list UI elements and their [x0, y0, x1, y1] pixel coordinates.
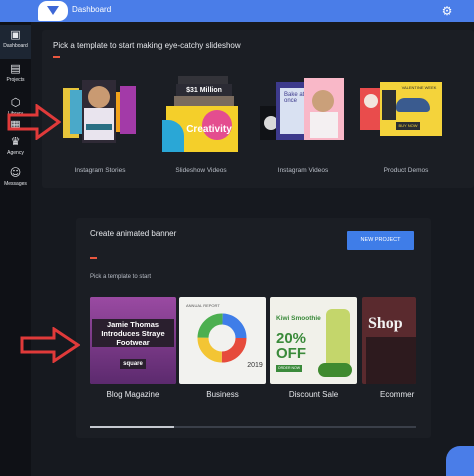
card-year: 2019	[247, 362, 263, 369]
card-label: Blog Magazine	[106, 390, 160, 399]
order-now-pill: ORDER NOW	[276, 365, 302, 372]
template-product-demos[interactable]: VALENTINE WEEK BUY NOW	[360, 82, 442, 138]
template-instagram-stories[interactable]	[60, 80, 138, 145]
sidebar-item-label: Agency	[7, 150, 24, 156]
accent-dash	[53, 56, 60, 58]
gear-icon[interactable]: ⚙	[440, 4, 454, 18]
arrow-right-icon	[7, 104, 61, 140]
template-ecommerce[interactable]: Shop	[362, 297, 416, 384]
film-icon: ▤	[10, 62, 21, 75]
card-label: Discount Sale	[288, 390, 339, 399]
card-title: Shop	[368, 315, 403, 332]
creativity-text: Creativity	[186, 124, 232, 135]
donut-graphic	[197, 313, 247, 363]
app-logo[interactable]	[38, 1, 68, 21]
sidebar-item-label: Projects	[6, 77, 25, 83]
sidebar: ▣ Dashboard ▤ Projects ⬡ Library ▦ ♛ Age…	[0, 22, 31, 476]
arrow-right-icon	[20, 327, 80, 363]
sidebar-item-label: Dashboard	[3, 43, 28, 49]
card-label: Business	[206, 390, 239, 399]
template-instagram-videos[interactable]: Bake at once	[260, 78, 346, 146]
sidebar-item-label: Messages	[4, 181, 27, 187]
template-slideshow-videos[interactable]: $31 Million Creativity	[160, 76, 242, 154]
sidebar-item-projects[interactable]: ▤ Projects	[0, 59, 31, 93]
sidebar-item-dashboard[interactable]: ▣ Dashboard	[0, 25, 31, 59]
buy-now-badge: BUY NOW	[396, 122, 420, 130]
template-blog-magazine[interactable]: Jamie Thomas Introduces Straye Footwear …	[90, 297, 176, 384]
help-chat-badge[interactable]	[446, 446, 474, 476]
tile-label: Instagram Stories	[74, 167, 126, 174]
overlay-text: VALENTINE WEEK	[401, 85, 437, 90]
banner-subheading: Pick a template to start	[90, 274, 152, 280]
card-caption: ANNUAL REPORT	[186, 303, 220, 308]
tile-label: Instagram Videos	[277, 167, 329, 174]
banner-heading: Create animated banner	[90, 229, 177, 238]
scrollbar-thumb[interactable]	[90, 426, 174, 428]
sidebar-item-messages[interactable]: ☺ Messages	[0, 163, 31, 197]
card-tag: square	[120, 359, 146, 369]
page-title: Dashboard	[72, 5, 112, 14]
tile-label: Product Demos	[383, 167, 429, 174]
slideshow-heading: Pick a template to start making eye-catc…	[53, 41, 241, 50]
robot-icon: ☺	[9, 166, 22, 179]
template-business[interactable]: ANNUAL REPORT 2019	[179, 297, 266, 384]
card-offer: 20% OFF	[276, 330, 307, 362]
tile-label: Slideshow Videos	[175, 167, 227, 174]
card-headline: Jamie Thomas Introduces Straye Footwear	[92, 319, 174, 347]
new-project-button[interactable]: NEW PROJECT	[347, 231, 414, 250]
template-discount-sale[interactable]: Kiwi Smoothie 20% OFF ORDER NOW	[270, 297, 357, 384]
dashboard-icon: ▣	[10, 28, 21, 41]
accent-dash	[90, 257, 97, 259]
card-label: Ecommer	[380, 390, 415, 399]
